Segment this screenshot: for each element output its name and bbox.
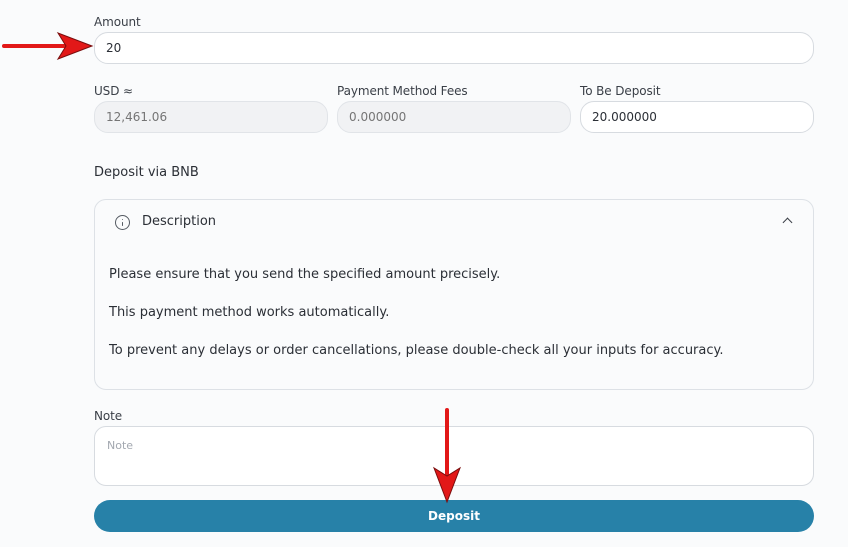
usd-input [94,101,328,133]
deposit-via-title: Deposit via BNB [94,165,199,180]
note-label: Note [94,409,123,423]
description-line: To prevent any delays or order cancellat… [109,343,724,358]
deposit-button[interactable]: Deposit [94,500,814,532]
description-line: Please ensure that you send the specifie… [109,267,501,282]
usd-label: USD ≈ [94,84,134,98]
fees-label: Payment Method Fees [337,84,468,98]
to-be-deposit-input[interactable] [580,101,814,133]
description-accordion-header[interactable]: Description [95,200,813,246]
annotation-arrow-right-icon [2,32,94,60]
info-icon [115,215,130,230]
chevron-up-icon[interactable] [782,217,793,228]
amount-label: Amount [94,15,141,29]
amount-input[interactable] [94,32,814,64]
annotation-arrow-down-icon [433,408,461,504]
description-line: This payment method works automatically. [109,305,390,320]
fees-input [337,101,571,133]
description-accordion: Description Please ensure that you send … [94,199,814,390]
description-title: Description [142,214,217,229]
deposit-form: Amount USD ≈ Payment Method Fees To Be D… [0,0,848,547]
to-be-deposit-label: To Be Deposit [580,84,661,98]
